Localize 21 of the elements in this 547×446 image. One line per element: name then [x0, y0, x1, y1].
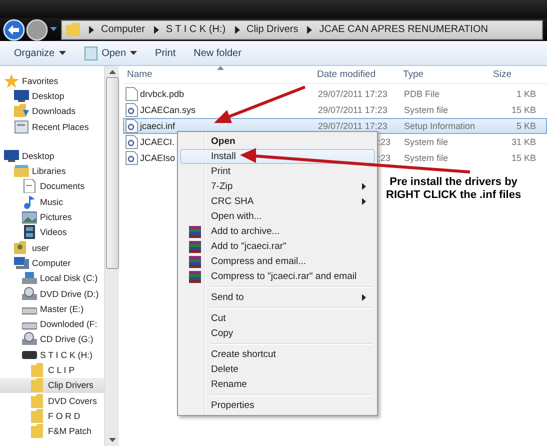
file-name: drvbck.pdb — [140, 89, 184, 99]
type-cell-text: System file — [403, 153, 450, 163]
annotation-text: Pre install the drivers by RIGHT CLICK the .inf files — [386, 176, 522, 202]
date-cell-text: 29/07/2011 17:23 — [317, 105, 388, 115]
type-cell-text: Setup Information — [403, 121, 476, 131]
file-name: JCAEIso — [140, 153, 176, 163]
size-cell-text: 31 KB — [510, 137, 536, 147]
date-cell-text: :23 — [377, 153, 392, 163]
file-name: jcaeci.inf — [140, 121, 176, 131]
size-cell-text: 1 KB — [515, 89, 536, 99]
date-cell-text: 29/07/2011 17:23 — [317, 121, 388, 131]
type-cell-text: System file — [403, 105, 450, 115]
file-name: JCAECI. — [140, 137, 175, 147]
size-cell-text: 15 KB — [510, 105, 536, 115]
file-name: JCAECan.sys — [140, 105, 196, 115]
date-cell-text: 29/07/2011 17:23 — [317, 89, 388, 99]
size-cell-text: 5 KB — [515, 121, 536, 131]
date-cell-text: :23 — [377, 137, 392, 147]
type-cell-text: System file — [403, 137, 450, 147]
size-cell-text: 15 KB — [510, 153, 536, 163]
type-cell-text: PDB File — [403, 89, 441, 99]
